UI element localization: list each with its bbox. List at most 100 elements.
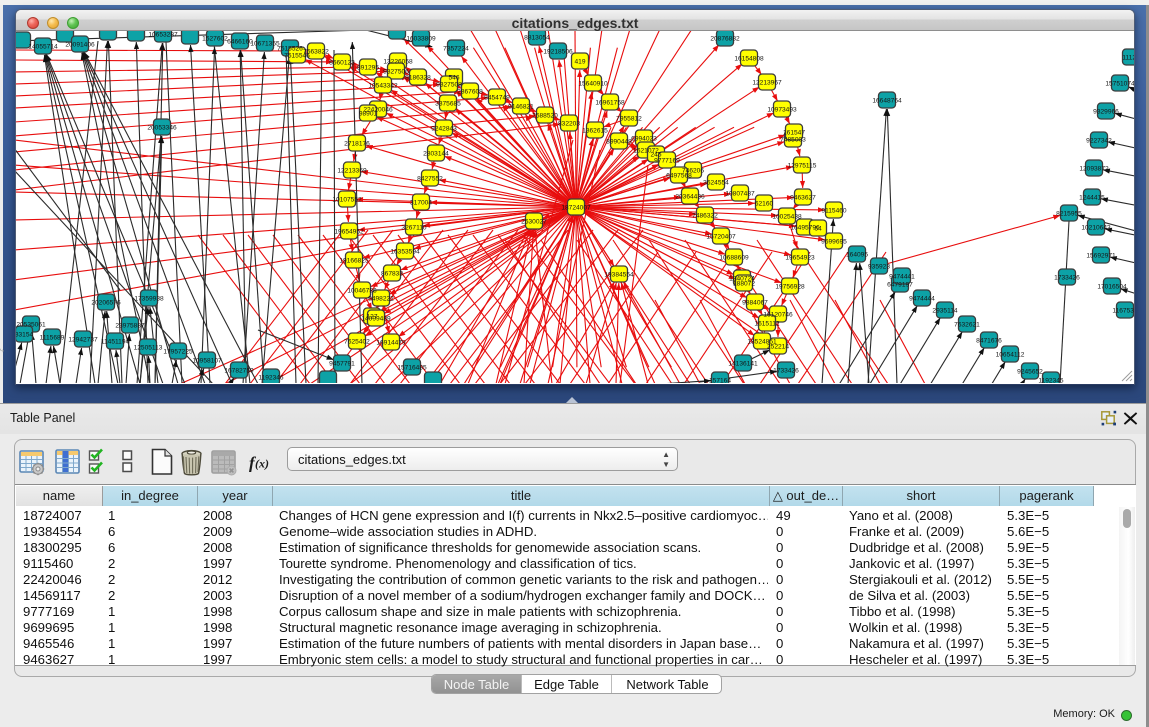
svg-text:7955812: 7955812	[616, 115, 642, 122]
svg-text:18724007: 18724007	[561, 204, 591, 211]
svg-text:7563822: 7563822	[303, 48, 329, 55]
svg-text:8186328: 8186328	[405, 74, 431, 81]
svg-text:7486322: 7486322	[692, 212, 718, 219]
svg-text:98901: 98901	[359, 110, 378, 117]
svg-text:64: 64	[814, 225, 822, 232]
svg-text:2530027: 2530027	[521, 218, 547, 225]
svg-text:6497568: 6497568	[666, 172, 692, 179]
svg-text:33154: 33154	[16, 331, 33, 338]
svg-text:3267110: 3267110	[401, 224, 427, 231]
svg-text:9699695: 9699695	[821, 238, 847, 245]
svg-text:9245652: 9245652	[1017, 368, 1043, 375]
svg-text:20091406: 20091406	[65, 41, 95, 48]
svg-text:10958107: 10958107	[192, 357, 222, 364]
svg-text:10543342: 10543342	[368, 82, 398, 89]
svg-text:546: 546	[448, 74, 459, 81]
svg-text:317004: 317004	[410, 199, 432, 206]
svg-text:9329966: 9329966	[1093, 108, 1119, 115]
svg-text:7485003: 7485003	[780, 136, 806, 143]
svg-text:62160: 62160	[755, 200, 774, 207]
svg-text:16353594: 16353594	[390, 248, 420, 255]
svg-text:157164: 157164	[709, 377, 731, 383]
svg-text:20364436: 20364436	[675, 193, 705, 200]
svg-text:(x): (x)	[255, 457, 269, 471]
svg-text:11451194: 11451194	[101, 338, 130, 345]
svg-text:6994023: 6994023	[631, 135, 657, 142]
svg-text:7357224: 7357224	[443, 45, 469, 52]
svg-text:8454749: 8454749	[484, 94, 510, 101]
svg-text:1167533: 1167533	[1112, 307, 1134, 314]
svg-text:16033809: 16033809	[406, 35, 436, 42]
svg-text:20876882: 20876882	[710, 35, 740, 42]
svg-text:1615112: 1615112	[754, 320, 780, 327]
svg-text:3624554: 3624554	[703, 179, 729, 186]
svg-text:7515526: 7515526	[277, 45, 303, 52]
svg-text:12093872: 12093872	[1079, 165, 1109, 172]
svg-text:2867608: 2867608	[457, 88, 483, 95]
svg-text:8660123: 8660123	[329, 59, 355, 66]
svg-text:891295: 891295	[357, 64, 379, 71]
svg-text:2803144: 2803144	[423, 150, 449, 157]
svg-text:10210643: 10210643	[1081, 224, 1111, 231]
svg-text:19654923: 19654923	[785, 254, 815, 261]
svg-text:8427552: 8427552	[417, 175, 443, 182]
svg-text:16648764: 16648764	[872, 97, 902, 104]
svg-text:419: 419	[574, 58, 585, 65]
svg-text:1192346: 1192346	[258, 374, 284, 381]
svg-text:10653287: 10653287	[148, 31, 178, 38]
svg-text:9777169: 9777169	[654, 157, 680, 164]
svg-text:15720407: 15720407	[706, 233, 736, 240]
svg-text:15640910: 15640910	[578, 80, 608, 87]
svg-text:10046786: 10046786	[347, 287, 377, 294]
svg-text:16961758: 16961758	[595, 99, 625, 106]
svg-text:7632621: 7632621	[954, 321, 980, 328]
svg-text:14136141: 14136141	[728, 360, 758, 367]
svg-text:10654112: 10654112	[996, 351, 1025, 358]
svg-text:6466160: 6466160	[227, 38, 253, 45]
svg-text:10688609: 10688609	[719, 254, 749, 261]
svg-text:9463627: 9463627	[790, 194, 816, 201]
svg-text:19756928: 19756928	[775, 283, 805, 290]
svg-text:3375685: 3375685	[435, 100, 461, 107]
svg-text:7625402: 7625402	[344, 338, 370, 345]
svg-text:10671355: 10671355	[250, 40, 280, 47]
svg-text:9884067: 9884067	[742, 299, 768, 306]
svg-text:2588520: 2588520	[532, 112, 558, 119]
svg-text:252214: 252214	[767, 343, 789, 350]
svg-text:17016504: 17016504	[1097, 283, 1127, 290]
svg-text:8990448: 8990448	[606, 138, 632, 145]
svg-text:14099489: 14099489	[361, 315, 391, 322]
svg-text:23975887: 23975887	[115, 322, 145, 329]
svg-text:16914479: 16914479	[376, 339, 406, 346]
svg-text:20053346: 20053346	[147, 124, 177, 131]
svg-text:19654952: 19654952	[334, 228, 364, 235]
svg-text:10025438: 10025438	[772, 213, 802, 220]
svg-text:8813054: 8813054	[524, 34, 550, 41]
svg-text:10973493: 10973493	[767, 106, 797, 113]
svg-text:9115460: 9115460	[821, 207, 847, 214]
svg-text:17957225: 17957225	[163, 348, 193, 355]
svg-text:12505113: 12505113	[134, 344, 163, 351]
svg-text:9327508: 9327508	[436, 81, 462, 88]
svg-text:1192345: 1192345	[1038, 377, 1064, 383]
svg-text:8471676: 8471676	[976, 337, 1002, 344]
svg-text:15716485: 15716485	[397, 364, 427, 371]
svg-text:12213369: 12213369	[337, 167, 367, 174]
svg-text:10107552: 10107552	[332, 196, 362, 203]
svg-text:9474444: 9474444	[909, 295, 935, 302]
svg-text:188072: 188072	[733, 280, 755, 287]
svg-text:1733426: 1733426	[1054, 274, 1080, 281]
svg-text:9227342: 9227342	[1086, 137, 1112, 144]
svg-text:19384554: 19384554	[604, 271, 634, 278]
svg-text:867833: 867833	[381, 270, 403, 277]
svg-text:16120746: 16120746	[763, 311, 793, 318]
svg-text:1362615: 1362615	[582, 127, 608, 134]
svg-text:164095: 164095	[846, 251, 868, 258]
svg-text:1527602: 1527602	[202, 35, 228, 42]
svg-text:14055714: 14055714	[28, 43, 58, 50]
svg-text:9457791: 9457791	[329, 360, 355, 367]
svg-text:13226058: 13226058	[383, 58, 413, 65]
svg-text:935923: 935923	[868, 263, 890, 270]
svg-text:8215955: 8215955	[1056, 210, 1082, 217]
svg-text:1115689: 1115689	[40, 334, 65, 341]
